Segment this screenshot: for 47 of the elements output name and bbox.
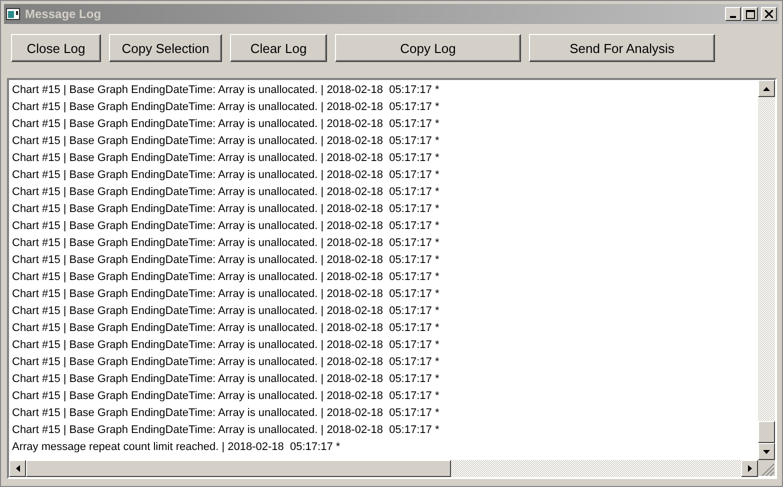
log-line: Chart #15 | Base Graph EndingDateTime: Array is unallocated. | 2018-02-18 05:17:17 * xyxy=(12,270,440,285)
log-line: Chart #15 | Base Graph EndingDateTime: Array is unallocated. | 2018-02-18 05:17:17 * xyxy=(12,219,440,234)
log-line: Array message repeat count limit reached. | 2018-02-18 05:17:17 * xyxy=(12,440,342,455)
toolbar-button[interactable]: Send For Analysis xyxy=(529,34,715,62)
left-arrow-icon xyxy=(16,465,20,472)
window-title: Message Log xyxy=(25,7,102,21)
scroll-right-button[interactable] xyxy=(741,460,758,477)
log-line: Chart #15 | Base Graph EndingDateTime: Array is unallocated. | 2018-02-18 05:17:17 * xyxy=(12,304,440,319)
scroll-thumb[interactable] xyxy=(26,460,451,477)
scroll-thumb[interactable] xyxy=(758,421,775,443)
app-icon xyxy=(6,8,20,20)
toolbar-button[interactable]: Copy Selection xyxy=(109,34,222,62)
log-line: Chart #15 | Base Graph EndingDateTime: Array is unallocated. | 2018-02-18 05:17:17 * xyxy=(12,389,440,404)
down-arrow-icon xyxy=(763,450,770,454)
log-line: Chart #15 | Base Graph EndingDateTime: Array is unallocated. | 2018-02-18 05:17:17 * xyxy=(12,253,440,268)
resize-grip-icon[interactable] xyxy=(758,460,775,476)
log-line: Chart #15 | Base Graph EndingDateTime: Array is unallocated. | 2018-02-18 05:17:17 * xyxy=(12,287,440,302)
scroll-up-button[interactable] xyxy=(758,80,775,97)
maximize-button[interactable] xyxy=(742,7,758,21)
horizontal-scrollbar[interactable] xyxy=(9,460,758,477)
up-arrow-icon xyxy=(763,86,770,90)
scroll-down-button[interactable] xyxy=(758,443,775,460)
close-button[interactable] xyxy=(761,7,777,21)
log-line: Chart #15 | Base Graph EndingDateTime: Array is unallocated. | 2018-02-18 05:17:17 * xyxy=(12,100,440,115)
toolbar-button[interactable]: Copy Log xyxy=(335,34,521,62)
log-line: Chart #15 | Base Graph EndingDateTime: Array is unallocated. | 2018-02-18 05:17:17 * xyxy=(12,406,440,421)
scroll-left-button[interactable] xyxy=(9,460,26,477)
vertical-scrollbar[interactable] xyxy=(758,80,775,460)
close-icon xyxy=(765,10,773,18)
maximize-icon xyxy=(746,10,754,18)
log-line: Chart #15 | Base Graph EndingDateTime: Array is unallocated. | 2018-02-18 05:17:17 * xyxy=(12,185,440,200)
log-line: Chart #15 | Base Graph EndingDateTime: Array is unallocated. | 2018-02-18 05:17:17 * xyxy=(12,117,440,132)
log-line: Chart #15 | Base Graph EndingDateTime: Array is unallocated. | 2018-02-18 05:17:17 * xyxy=(12,83,440,98)
right-arrow-icon xyxy=(748,465,752,472)
log-line: Chart #15 | Base Graph EndingDateTime: Array is unallocated. | 2018-02-18 05:17:17 * xyxy=(12,321,440,336)
log-line: Chart #15 | Base Graph EndingDateTime: Array is unallocated. | 2018-02-18 05:17:17 * xyxy=(12,355,440,370)
toolbar-button[interactable]: Close Log xyxy=(11,34,101,62)
log-line: Chart #15 | Base Graph EndingDateTime: Array is unallocated. | 2018-02-18 05:17:17 * xyxy=(12,372,440,387)
log-line: Chart #15 | Base Graph EndingDateTime: Array is unallocated. | 2018-02-18 05:17:17 * xyxy=(12,168,440,183)
toolbar-button[interactable]: Clear Log xyxy=(230,34,327,62)
log-line: Chart #15 | Base Graph EndingDateTime: Array is unallocated. | 2018-02-18 05:17:17 * xyxy=(12,338,440,353)
log-line: Chart #15 | Base Graph EndingDateTime: Array is unallocated. | 2018-02-18 05:17:17 * xyxy=(12,151,440,166)
minimize-button[interactable] xyxy=(725,7,741,21)
log-line: Chart #15 | Base Graph EndingDateTime: Array is unallocated. | 2018-02-18 05:17:17 * xyxy=(12,236,440,251)
log-line: Chart #15 | Base Graph EndingDateTime: Array is unallocated. | 2018-02-18 05:17:17 * xyxy=(12,134,440,149)
log-line: Chart #15 | Base Graph EndingDateTime: Array is unallocated. | 2018-02-18 05:17:17 * xyxy=(12,202,440,217)
log-line: Chart #15 | Base Graph EndingDateTime: Array is unallocated. | 2018-02-18 05:17:17 * xyxy=(12,423,440,438)
